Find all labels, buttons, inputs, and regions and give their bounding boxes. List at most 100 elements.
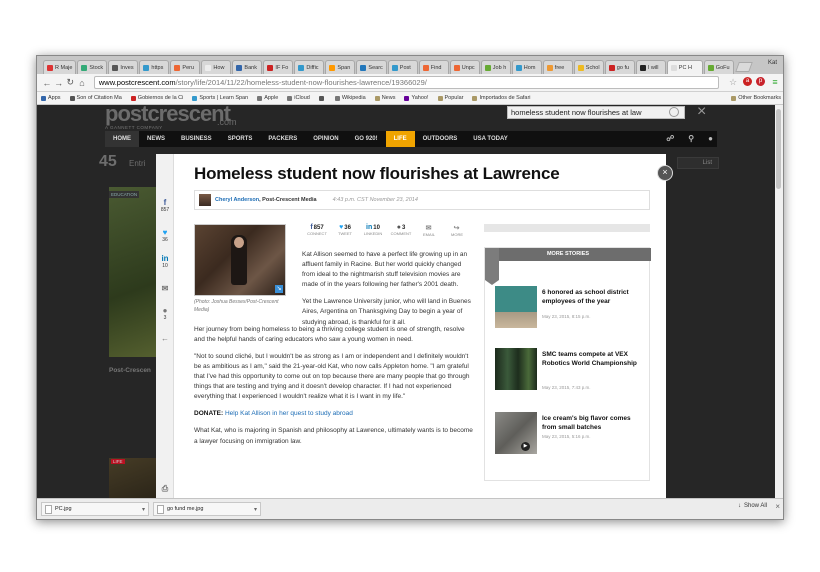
browser-tab[interactable]: Hom xyxy=(511,60,542,74)
site-nav-item[interactable]: GO 920! xyxy=(347,131,386,147)
forward-arrow-icon[interactable]: → xyxy=(53,78,65,88)
search-close-icon[interactable]: × xyxy=(697,105,706,121)
story-item[interactable]: SMC teams compete at VEX Robotics World … xyxy=(495,348,647,392)
share-icon[interactable]: ☍ xyxy=(666,131,674,147)
donate-link[interactable]: Help Kat Allison in her quest to study a… xyxy=(225,410,353,417)
share-button[interactable]: ↪ MORE xyxy=(444,224,470,237)
story-item[interactable]: 6 honored as school district employees o… xyxy=(495,286,647,330)
site-search-input[interactable]: homeless student now flourishes at law xyxy=(507,106,685,119)
browser-tab[interactable]: Diffic xyxy=(294,60,325,74)
story-title[interactable]: SMC teams compete at VEX Robotics World … xyxy=(542,350,646,369)
bookmark-item[interactable] xyxy=(318,95,326,101)
browser-tab[interactable]: Bank xyxy=(232,60,263,74)
site-nav-item[interactable]: PACKERS xyxy=(260,131,305,147)
bookmark-item[interactable]: Gobiernos de la Ci xyxy=(130,95,183,101)
author-link[interactable]: Cheryl Anderson xyxy=(215,197,259,203)
author-avatar[interactable] xyxy=(199,194,211,206)
chevron-down-icon[interactable]: ▾ xyxy=(142,506,145,513)
site-nav-item[interactable]: NEWS xyxy=(139,131,173,147)
story-title[interactable]: 6 honored as school district employees o… xyxy=(542,288,646,307)
browser-tab[interactable]: Stock xyxy=(77,60,108,74)
play-icon[interactable]: ▶ xyxy=(521,442,530,451)
site-nav-item[interactable]: USA TODAY xyxy=(465,131,515,147)
rail-share-item[interactable]: ✉ xyxy=(156,284,174,293)
rail-share-item[interactable]: f 857 xyxy=(156,198,174,213)
browser-tab[interactable]: R Maje xyxy=(43,60,77,74)
background-photo-2[interactable] xyxy=(109,458,159,500)
bookmark-item[interactable]: Son of Citation Ma xyxy=(69,95,122,101)
bookmark-item[interactable]: Apps xyxy=(41,95,61,101)
browser-tab[interactable]: free xyxy=(542,60,573,74)
browser-tab[interactable]: GoFu xyxy=(703,60,734,74)
bookmark-item[interactable]: Wikipedia xyxy=(334,95,366,101)
browser-tab[interactable]: PC H xyxy=(666,60,703,74)
share-button[interactable]: ♥ 36 TWEET xyxy=(332,224,358,237)
story-title[interactable]: Ice cream's big flavor comes from small … xyxy=(542,414,646,433)
browser-tab[interactable]: Inves xyxy=(108,60,139,74)
browser-tab[interactable]: IF Fo xyxy=(263,60,294,74)
address-bar[interactable]: www.postcrescent.com/story/life/2014/11/… xyxy=(93,76,719,89)
browser-tab[interactable]: Searc xyxy=(356,60,387,74)
home-icon[interactable]: ⌂ xyxy=(76,78,88,88)
story-item[interactable]: ▶ Ice cream's big flavor comes from smal… xyxy=(495,412,647,456)
browser-tab[interactable]: Unpc xyxy=(449,60,480,74)
browser-tab[interactable]: Job h xyxy=(480,60,511,74)
pinterest-icon[interactable]: p xyxy=(756,77,765,86)
bookmark-item[interactable]: Yahoo! xyxy=(404,95,429,101)
other-bookmarks[interactable]: Other Bookmarks xyxy=(731,95,781,101)
bookmark-item[interactable]: News xyxy=(374,95,395,101)
bookmark-star-icon[interactable]: ☆ xyxy=(727,77,739,88)
rail-share-item[interactable]: ● 3 xyxy=(156,306,174,321)
story-thumbnail[interactable] xyxy=(495,412,537,454)
browser-tab[interactable]: Find xyxy=(418,60,449,74)
site-nav-item[interactable]: BUSINESS xyxy=(173,131,220,147)
background-photo[interactable] xyxy=(109,187,159,357)
site-nav-item[interactable]: SPORTS xyxy=(220,131,261,147)
browser-tab[interactable]: Span xyxy=(325,60,356,74)
menu-icon[interactable]: ≡ xyxy=(769,77,781,88)
rail-share-item[interactable]: ← xyxy=(156,334,174,343)
story-thumbnail[interactable] xyxy=(495,286,537,328)
rail-share-item[interactable]: ⎙ xyxy=(156,484,174,493)
browser-tab[interactable]: Peru xyxy=(170,60,201,74)
rail-share-item[interactable]: in 10 xyxy=(156,254,174,269)
bookmark-item[interactable]: iCloud xyxy=(287,95,310,101)
chevron-down-icon[interactable]: ▾ xyxy=(254,506,257,513)
close-icon[interactable]: × xyxy=(775,502,780,511)
new-tab-button[interactable] xyxy=(734,62,753,72)
bookmark-item[interactable]: Importados de Safari xyxy=(472,95,531,101)
show-all-downloads[interactable]: ↓ Show All xyxy=(738,503,767,509)
back-arrow-icon[interactable]: ← xyxy=(41,78,53,88)
share-button[interactable]: ✉ EMAIL xyxy=(416,224,442,237)
modal-close-button[interactable]: × xyxy=(657,165,673,181)
download-item[interactable]: PC.jpg ▾ xyxy=(41,502,149,516)
browser-tab[interactable]: https xyxy=(139,60,170,74)
browser-tab[interactable]: How xyxy=(201,60,232,74)
story-thumbnail[interactable] xyxy=(495,348,537,390)
site-nav-item[interactable]: LIFE xyxy=(385,131,415,147)
profile-name[interactable]: Kat xyxy=(768,60,777,66)
extension-icon[interactable]: a xyxy=(743,77,752,86)
site-nav-item[interactable]: OUTDOORS xyxy=(415,131,466,147)
page-scrollbar[interactable] xyxy=(775,105,783,500)
browser-tab[interactable]: go fu xyxy=(604,60,635,74)
share-button[interactable]: f 857 CONNECT xyxy=(304,224,330,237)
browser-tab[interactable]: I will xyxy=(635,60,666,74)
user-icon[interactable]: ● xyxy=(708,131,713,147)
browser-tab[interactable]: Post xyxy=(387,60,418,74)
bookmark-item[interactable]: Apple xyxy=(257,95,278,101)
scroll-thumb[interactable] xyxy=(776,109,781,189)
search-icon[interactable]: ⚲ xyxy=(688,131,694,147)
share-button[interactable]: in 10 LINKEDIN xyxy=(360,224,386,237)
bookmark-item[interactable]: Sports | Learn Span xyxy=(192,95,248,101)
share-button[interactable]: ● 3 COMMENT xyxy=(388,224,414,237)
site-nav-item[interactable]: HOME xyxy=(105,131,139,147)
download-item[interactable]: go fund me.jpg ▾ xyxy=(153,502,261,516)
site-nav-item[interactable]: OPINION xyxy=(305,131,346,147)
browser-tab[interactable]: Schol xyxy=(573,60,604,74)
reload-icon[interactable]: ↻ xyxy=(64,77,76,88)
site-logo[interactable]: postcrescent xyxy=(105,105,231,125)
rail-share-item[interactable]: ♥ 36 xyxy=(156,228,174,243)
search-icon[interactable] xyxy=(669,107,679,117)
bookmark-item[interactable]: Popular xyxy=(437,95,463,101)
